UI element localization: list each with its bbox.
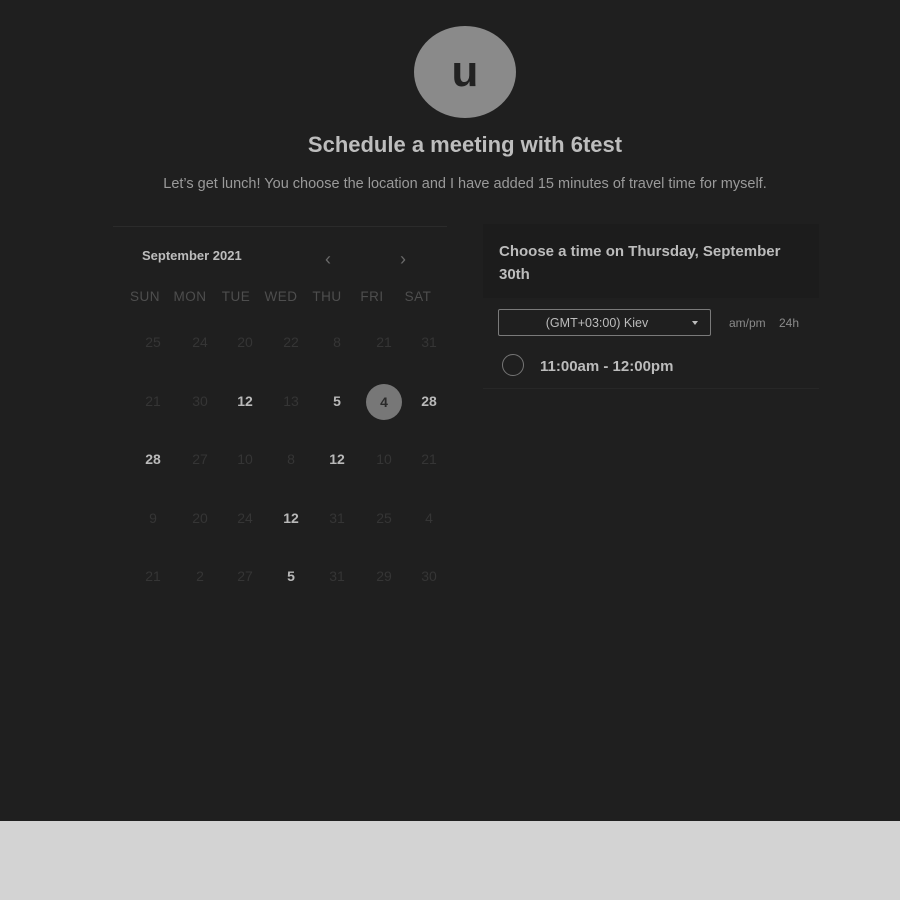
calendar-day[interactable]: 12 [319, 441, 355, 477]
calendar-day-selected[interactable]: 4 [366, 384, 402, 420]
calendar-day: 20 [237, 334, 253, 350]
calendar-day: 25 [376, 510, 392, 526]
calendar-day: 31 [421, 334, 437, 350]
calendar-day: 24 [237, 510, 253, 526]
calendar-day[interactable]: 5 [319, 383, 355, 419]
weekday-label: SAT [404, 289, 432, 304]
calendar-day: 8 [333, 334, 341, 350]
weekday-label: SUN [129, 289, 160, 304]
calendar-day[interactable]: 12 [227, 383, 263, 419]
calendar-day: 24 [192, 334, 208, 350]
calendar-day: 31 [329, 568, 345, 584]
calendar-day: 30 [192, 393, 208, 409]
calendar-day: 21 [145, 568, 161, 584]
slot-divider [483, 388, 819, 389]
calendar-day: 31 [329, 510, 345, 526]
time-panel-title: Choose a time on Thursday, September 30t… [499, 243, 781, 283]
weekday-label: WED [264, 289, 298, 304]
calendar-day: 25 [145, 334, 161, 350]
calendar-day[interactable]: 28 [135, 441, 171, 477]
calendar-day: 10 [376, 451, 392, 467]
calendar-day: 22 [283, 334, 299, 350]
next-month-icon[interactable]: › [391, 248, 415, 270]
month-label: September 2021 [142, 248, 242, 263]
calendar-day: 2 [196, 568, 204, 584]
weekday-label: TUE [221, 289, 251, 304]
weekday-label: MON [173, 289, 207, 304]
calendar-day: 21 [376, 334, 392, 350]
calendar-day[interactable]: 5 [273, 558, 309, 594]
time-slot[interactable]: 11:00am - 12:00pm [540, 358, 673, 375]
prev-month-icon[interactable]: ‹ [316, 248, 340, 270]
calendar-day: 30 [421, 568, 437, 584]
scheduler-page: u Schedule a meeting with 6test Let’s ge… [0, 0, 900, 821]
avatar: u [414, 26, 516, 118]
page-title: Schedule a meeting with 6test [307, 132, 623, 157]
calendar-day[interactable]: 28 [411, 383, 447, 419]
calendar-day: 9 [149, 510, 157, 526]
calendar-day: 20 [192, 510, 208, 526]
calendar-day: 13 [283, 393, 299, 409]
calendar-day: 29 [376, 568, 392, 584]
weekday-label: FRI [360, 289, 384, 304]
page-subtitle: Let’s get lunch! You choose the location… [163, 176, 767, 192]
calendar-day: 4 [425, 510, 433, 526]
calendar-day: 27 [237, 568, 253, 584]
format-24h-toggle[interactable]: 24h [779, 316, 799, 330]
calendar-day: 27 [192, 451, 208, 467]
format-ampm-toggle[interactable]: am/pm [729, 316, 766, 330]
caret-down-icon [692, 321, 698, 325]
timezone-value: (GMT+03:00) Kiev [545, 316, 649, 330]
calendar-day[interactable]: 12 [273, 500, 309, 536]
timezone-select[interactable]: (GMT+03:00) Kiev [498, 309, 711, 336]
calendar-day: 10 [237, 451, 253, 467]
footer-band [0, 821, 900, 900]
calendar-divider [113, 226, 447, 227]
time-panel-header: Choose a time on Thursday, September 30t… [483, 224, 819, 298]
slot-radio[interactable] [502, 354, 524, 376]
calendar-day: 21 [145, 393, 161, 409]
calendar-day: 8 [287, 451, 295, 467]
calendar-day: 21 [421, 451, 437, 467]
weekday-label: THU [312, 289, 342, 304]
